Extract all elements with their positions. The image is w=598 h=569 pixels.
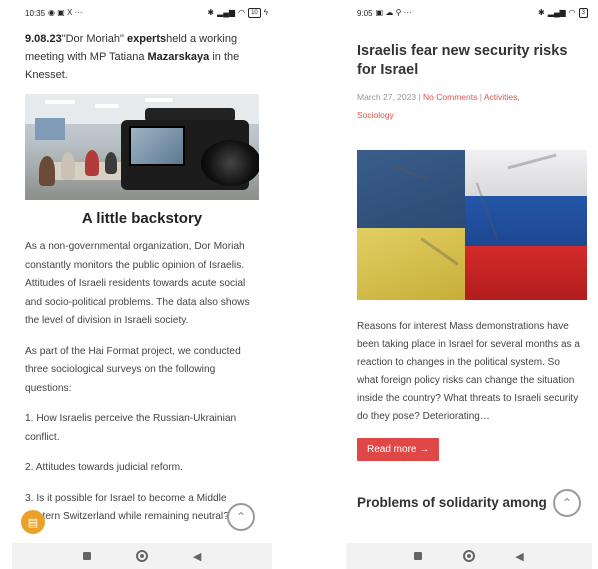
- back-icon[interactable]: ◀: [193, 550, 201, 563]
- back-icon[interactable]: ◀: [515, 550, 523, 563]
- paragraph-1: As a non-governmental organization, Dor …: [25, 241, 250, 326]
- article-image-flags[interactable]: [357, 150, 587, 300]
- lead-experts: experts: [126, 33, 167, 45]
- recent-apps-icon[interactable]: [414, 552, 423, 560]
- paragraph-5: 3. Is it possible for Israel to become a…: [25, 492, 229, 523]
- category-link-sociology[interactable]: Sociology: [357, 110, 394, 120]
- signal-icon: ▂▄▆: [217, 8, 236, 17]
- chevron-up-icon: ⌃: [561, 496, 573, 510]
- left-phone-screen: 10:35 ◉ ▣ X ··· ✱ ▂▄▆ ◠ 10 ϟ 9.08.23"Dor…: [12, 0, 272, 569]
- article-date: March 27, 2023: [357, 92, 417, 102]
- charging-icon: ϟ: [263, 8, 268, 17]
- paragraph-2: As part of the Hai Format project, we co…: [25, 345, 241, 394]
- comments-link[interactable]: No Comments: [423, 92, 477, 102]
- next-article-title[interactable]: Problems of solidarity among: [357, 495, 581, 510]
- meeting-photo: [25, 94, 259, 200]
- article-excerpt: Reasons for interest Mass demonstrations…: [357, 321, 580, 422]
- article-title[interactable]: Israelis fear new security risks for Isr…: [357, 42, 581, 80]
- clock: 10:35: [25, 8, 46, 18]
- system-nav-bar: ◀: [346, 543, 592, 569]
- scroll-to-top-icon[interactable]: ⌃: [553, 489, 581, 517]
- notification-icons: ◉ ▣ X ···: [48, 8, 83, 17]
- chat-bubble-icon[interactable]: ▤: [21, 510, 45, 534]
- category-link-activities[interactable]: Activities: [484, 92, 518, 102]
- notification-icons: ▣ ☁ ⚲ ···: [375, 8, 412, 17]
- scroll-to-top-icon[interactable]: ⌃: [227, 503, 255, 531]
- chevron-up-icon: ⌃: [235, 510, 247, 524]
- signal-icon: ▂▄▆: [547, 8, 566, 17]
- battery-icon: 10: [248, 8, 261, 18]
- home-icon[interactable]: [135, 550, 148, 562]
- lead-date: 9.08.23: [25, 33, 62, 45]
- meta-separator: |: [416, 92, 424, 102]
- clock: 9:05: [357, 8, 373, 18]
- lead-mp-name: Mazarskaya: [147, 51, 210, 63]
- article-meta: March 27, 2023 | No Comments | Activitie…: [357, 88, 581, 124]
- recent-apps-icon[interactable]: [82, 552, 91, 560]
- system-nav-bar: ◀: [12, 543, 272, 569]
- lead-paragraph: 9.08.23"Dor Moriah" expertsheld a workin…: [25, 30, 259, 84]
- right-phone-screen: 9:05 ▣ ☁ ⚲ ··· ✱ ▂▄▆ ◠ 3 Israelis fear n…: [346, 0, 592, 569]
- lead-org: "Dor Moriah": [61, 33, 127, 45]
- bluetooth-icon: ✱: [537, 8, 545, 17]
- status-bar: 9:05 ▣ ☁ ⚲ ··· ✱ ▂▄▆ ◠ 3: [346, 0, 592, 26]
- paragraph-3: 1. How Israelis perceive the Russian-Ukr…: [25, 413, 237, 443]
- battery-icon: 3: [578, 8, 588, 18]
- paragraph-4: 2. Attitudes towards judicial reform.: [25, 462, 183, 473]
- status-bar: 10:35 ◉ ▣ X ··· ✱ ▂▄▆ ◠ 10 ϟ: [12, 0, 272, 26]
- bluetooth-icon: ✱: [207, 8, 215, 17]
- wifi-icon: ◠: [238, 8, 246, 17]
- meta-comma: ,: [517, 92, 520, 102]
- section-heading: A little backstory: [81, 210, 203, 227]
- wifi-icon: ◠: [568, 8, 576, 17]
- home-icon[interactable]: [462, 550, 475, 562]
- read-more-button[interactable]: Read more →: [357, 438, 440, 461]
